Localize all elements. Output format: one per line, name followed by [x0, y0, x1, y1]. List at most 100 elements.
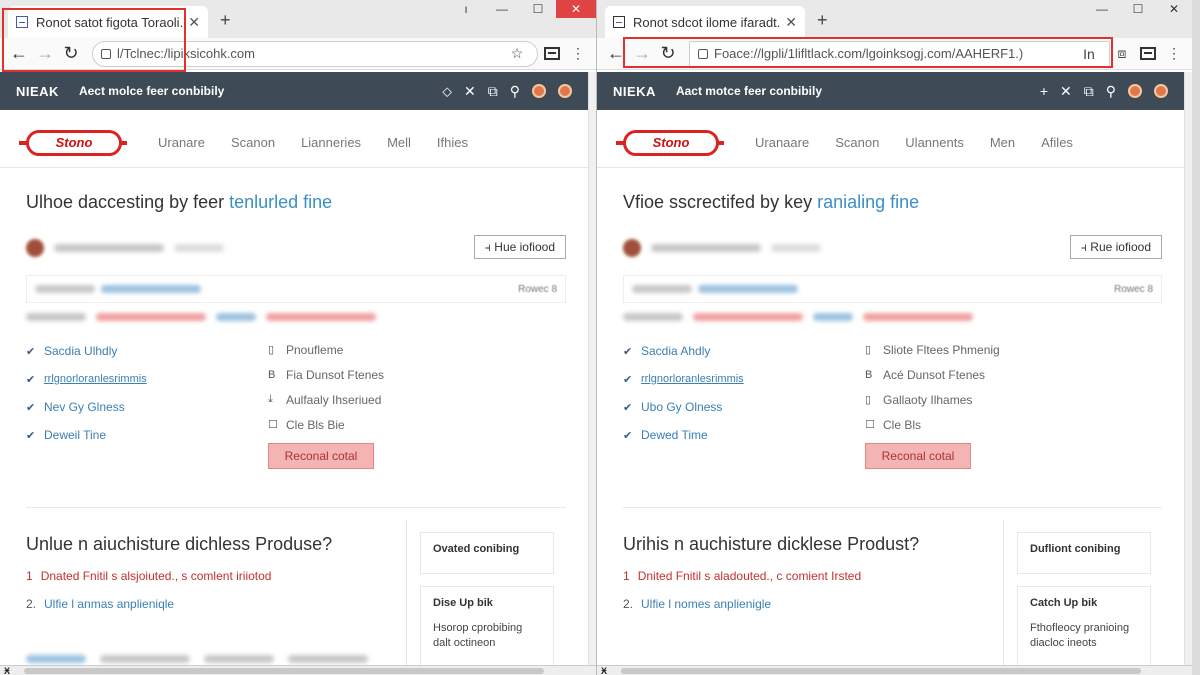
star-icon[interactable]: ☆	[505, 45, 529, 62]
browser-tab[interactable]: Ronot satot figota Toraoli. ✕	[8, 6, 208, 38]
reload-icon[interactable]: ↻	[655, 43, 681, 64]
blurred-red-link[interactable]	[96, 313, 206, 321]
reader-icon[interactable]: In	[1077, 46, 1101, 62]
list-item[interactable]: B Fia Dunsot Ftenes	[268, 362, 510, 387]
window-icon[interactable]: ⧉	[1084, 83, 1094, 100]
list-item[interactable]: ⤓ Aulfaaly Ihseriued	[268, 387, 510, 412]
headline-accent[interactable]: tenlurled fine	[229, 192, 332, 212]
pin-icon[interactable]: ı	[448, 0, 484, 18]
plus-icon[interactable]: +	[1040, 83, 1048, 99]
list-item[interactable]: ✔ rrlgnorloranlesrimmis	[26, 365, 268, 393]
new-tab-icon[interactable]: +	[220, 10, 231, 31]
more-icon[interactable]: ⋮	[566, 45, 590, 62]
reconal-button[interactable]: Reconal cotal	[865, 443, 971, 469]
list-item-link[interactable]: rrlgnorloranlesrimmis	[44, 373, 147, 385]
new-tab-icon[interactable]: +	[817, 10, 828, 31]
nav-link[interactable]: Men	[990, 135, 1015, 150]
side-card[interactable]: Dise Up bik Hsorop cprobibing dalt octin…	[420, 586, 554, 675]
close-tab-icon[interactable]: ✕	[188, 14, 200, 31]
reconal-button[interactable]: Reconal cotal	[268, 443, 374, 469]
list-item[interactable]: ▯ Gallaoty Ilhames	[865, 387, 1107, 412]
blurred-meta-link[interactable]	[101, 285, 201, 293]
side-card[interactable]: Ovated conibing	[420, 532, 554, 574]
side-card[interactable]: Dufliont conibing	[1017, 532, 1151, 574]
blurred-red-link[interactable]	[693, 313, 803, 321]
site-brand[interactable]: NIEAK	[16, 84, 59, 99]
settings-icon[interactable]	[1154, 84, 1168, 98]
blurred-footer-link[interactable]	[26, 655, 86, 663]
list-item[interactable]: ✔ Sacdia Ulhdly	[26, 337, 268, 365]
menu-icon[interactable]	[544, 47, 560, 60]
close-icon[interactable]: ✕	[464, 83, 476, 100]
close-window-icon[interactable]: ✕	[1156, 0, 1192, 18]
blurred-red-link[interactable]	[266, 313, 376, 321]
list-item[interactable]: ✔ Nev Gy Glness	[26, 393, 268, 421]
blurred-meta-link[interactable]	[698, 285, 798, 293]
side-card[interactable]: Catch Up bik Fthofleocy pranioing diaclo…	[1017, 586, 1151, 675]
site-brand[interactable]: NIEKA	[613, 84, 656, 99]
back-icon[interactable]: ←	[603, 43, 629, 64]
list-item[interactable]: ▯ Pnoufleme	[268, 337, 510, 362]
nav-link[interactable]: Uranare	[158, 135, 205, 150]
search-icon[interactable]: ⚲	[1106, 83, 1116, 100]
nav-link[interactable]: Scanon	[231, 135, 275, 150]
vertical-scrollbar[interactable]	[1184, 72, 1192, 665]
address-bar[interactable]: Foace://lgpli/1lifltlack.com/lgoinksogj.…	[689, 40, 1110, 67]
profile-icon[interactable]	[1128, 84, 1142, 98]
extension-icon[interactable]: ⧈	[1110, 45, 1134, 62]
list-item[interactable]: ☐ Cle Bls Bie	[268, 412, 510, 437]
list-item-link[interactable]: rrlgnorloranlesrimmis	[641, 373, 744, 385]
close-tab-icon[interactable]: ✕	[785, 14, 797, 31]
list-item[interactable]: ▯ Sliote Fltees Phmenig	[865, 337, 1107, 362]
nav-link[interactable]: Ifhies	[437, 135, 468, 150]
list-item[interactable]: ✔ Ubo Gy Olness	[623, 393, 865, 421]
follow-button[interactable]: ⫞ Hue iofiood	[473, 235, 566, 259]
horizontal-scrollbar[interactable]: Ӿ	[0, 665, 596, 675]
window-icon[interactable]: ⧉	[488, 83, 498, 100]
list-item[interactable]: ✔ Sacdia Ahdly	[623, 337, 865, 365]
browser-tab[interactable]: Ronot sdcot ilome ifaradt. ✕	[605, 6, 805, 38]
back-icon[interactable]: ←	[6, 43, 32, 64]
more-icon[interactable]: ⋮	[1162, 45, 1186, 62]
scroll-thumb[interactable]	[24, 667, 545, 674]
avatar[interactable]	[26, 239, 44, 257]
close-window-icon[interactable]: ✕	[556, 0, 596, 18]
site-logo[interactable]: Stono	[19, 129, 127, 156]
checkbox-icon[interactable]: ☐	[865, 418, 879, 431]
forward-icon[interactable]: →	[32, 43, 58, 64]
search-icon[interactable]: ⚲	[510, 83, 520, 100]
settings-icon[interactable]	[558, 84, 572, 98]
site-logo[interactable]: Stono	[616, 129, 724, 156]
address-bar[interactable]: l/Tclnec:/lipiksicohk.com ☆	[92, 40, 538, 67]
headline-accent[interactable]: ranialing fine	[817, 192, 919, 212]
horizontal-scrollbar[interactable]: Ӿ	[597, 665, 1192, 675]
blurred-blue-link[interactable]	[216, 313, 256, 321]
blurred-blue-link[interactable]	[813, 313, 853, 321]
diamond-icon[interactable]: ⬦	[442, 83, 452, 100]
avatar[interactable]	[623, 239, 641, 257]
checkbox-icon[interactable]: ☐	[268, 418, 282, 431]
list-item[interactable]: ✔ rrlgnorloranlesrimmis	[623, 365, 865, 393]
nav-link[interactable]: Afiles	[1041, 135, 1073, 150]
minimize-icon[interactable]: —	[1084, 0, 1120, 18]
follow-button[interactable]: ⫞ Rue iofiood	[1069, 235, 1162, 259]
nav-link[interactable]: Mell	[387, 135, 411, 150]
list-item[interactable]: ✔ Deweil Tine	[26, 421, 268, 449]
nav-link[interactable]: Ulannents	[905, 135, 964, 150]
nav-link[interactable]: Uranaare	[755, 135, 809, 150]
menu-icon[interactable]	[1140, 47, 1156, 60]
blurred-red-link[interactable]	[863, 313, 973, 321]
close-icon[interactable]: ✕	[1060, 83, 1072, 100]
reload-icon[interactable]: ↻	[58, 43, 84, 64]
nav-link[interactable]: Lianneries	[301, 135, 361, 150]
list-item[interactable]: B Acé Dunsot Ftenes	[865, 362, 1107, 387]
forward-icon[interactable]: →	[629, 43, 655, 64]
profile-icon[interactable]	[532, 84, 546, 98]
maximize-icon[interactable]: ☐	[520, 0, 556, 18]
vertical-scrollbar[interactable]	[588, 72, 596, 665]
maximize-icon[interactable]: ☐	[1120, 0, 1156, 18]
minimize-icon[interactable]: —	[484, 0, 520, 18]
nav-link[interactable]: Scanon	[835, 135, 879, 150]
list-item[interactable]: ✔ Dewed Time	[623, 421, 865, 449]
list-item[interactable]: ☐ Cle Bls	[865, 412, 1107, 437]
